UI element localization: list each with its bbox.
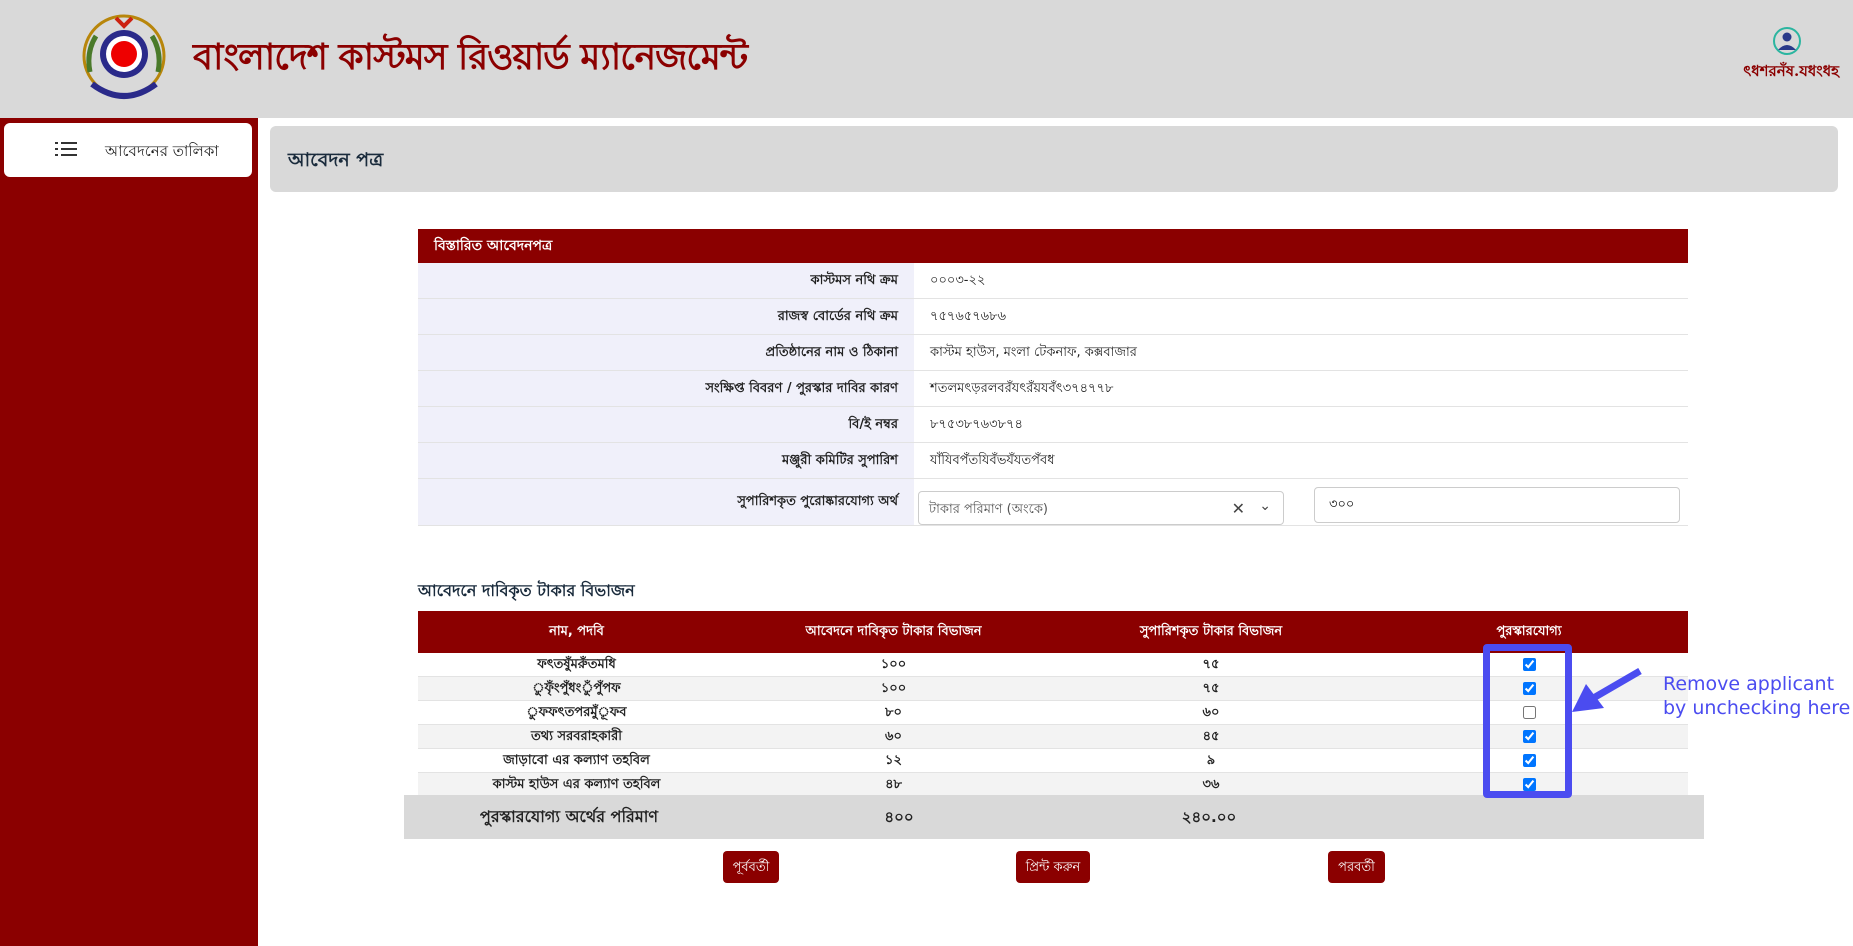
amount-type-select[interactable]: টাকার পরিমাণ (অংকে) ✕ ⌄ xyxy=(918,491,1284,525)
row-name: ুফফৎতপরমুঁূফব xyxy=(526,705,627,720)
user-name[interactable]: ৎধশরনঁষ.যধংধহ xyxy=(1743,60,1839,85)
chevron-down-icon[interactable]: ⌄ xyxy=(1259,498,1271,514)
row-claimed: ১২ xyxy=(885,753,902,768)
row-name: ফৎতষুঁমরুঁতমধি xyxy=(537,657,616,672)
previous-button[interactable]: পূর্ববর্তী xyxy=(723,851,779,883)
detail-row: রাজস্ব বোর্ডের নথি ক্রম ৭৫৭৬৫৭৬৮৬ xyxy=(418,299,1688,335)
row-recommended: ৩৬ xyxy=(1202,777,1220,792)
annotation-line: by unchecking here xyxy=(1663,697,1851,719)
row-recommended: ৯ xyxy=(1206,753,1216,768)
select-placeholder: টাকার পরিমাণ (অংকে) xyxy=(929,502,1048,517)
detail-row: বি/ই নম্বর ৮৭৫৩৮৭৬৩৮৭৪ xyxy=(418,407,1688,443)
column-header: আবেদনে দাবিকৃত টাকার বিভাজন xyxy=(805,624,982,639)
sidebar-item-application-list[interactable]: আবেদনের তালিকা xyxy=(4,123,252,177)
total-label: পুরস্কারযোগ্য অর্থের পরিমাণ xyxy=(479,807,659,826)
user-avatar-icon[interactable] xyxy=(1772,26,1802,56)
row-recommended: ৭৫ xyxy=(1202,681,1220,696)
list-icon xyxy=(55,142,77,156)
details-header: বিস্তারিত আবেদনপত্র xyxy=(418,229,1688,263)
row-claimed: ৬০ xyxy=(885,729,902,744)
detail-row: মঞ্জুরী কমিটির সুপারিশ যাঁযিবপঁতযিবঁভযঁয… xyxy=(418,443,1688,479)
detail-row: প্রতিষ্ঠানের নাম ও ঠিকানা কাস্টম হাউস, ম… xyxy=(418,335,1688,371)
sidebar-item-label: আবেদনের তালিকা xyxy=(105,142,219,160)
row-name: জাড়াবো এর কল্যাণ তহবিল xyxy=(503,753,650,768)
row-name: কাস্টম হাউস এর কল্যাণ তহবিল xyxy=(492,777,661,792)
detail-row: কাস্টমস নথি ক্রম ০০০৩-২২ xyxy=(418,263,1688,299)
total-claimed: ৪০০ xyxy=(884,808,914,826)
row-recommended: ৬০ xyxy=(1202,705,1220,720)
top-header: বাংলাদেশ কাস্টমস রিওয়ার্ড ম্যানেজমেন্ট … xyxy=(0,0,1853,118)
detail-label: রাজস্ব বোর্ডের নথি ক্রম xyxy=(418,299,914,334)
detail-row: সংক্ষিপ্ত বিবরণ / পুরস্কার দাবির কারণ শত… xyxy=(418,371,1688,407)
detail-value: শতলমৎড়রলবরঁযৎরঁয়যবঁৎ৩৭৪৭৭৮ xyxy=(914,371,1688,406)
page-title: আবেদন পত্র xyxy=(288,149,384,171)
column-header: নাম, পদবি xyxy=(549,624,604,639)
row-claimed: ৮০ xyxy=(885,705,902,720)
detail-value: ৭৫৭৬৫৭৬৮৬ xyxy=(914,299,1688,334)
app-title: বাংলাদেশ কাস্টমস রিওয়ার্ড ম্যানেজমেন্ট xyxy=(193,36,748,78)
row-recommended: ৪৫ xyxy=(1202,729,1220,744)
total-row: পুরস্কারযোগ্য অর্থের পরিমাণ ৪০০ ২৪০.০০ xyxy=(404,795,1704,839)
row-claimed: ১০০ xyxy=(880,657,907,672)
clear-icon[interactable]: ✕ xyxy=(1232,499,1245,518)
row-recommended: ৭৫ xyxy=(1202,657,1220,672)
annotation-arrow-icon xyxy=(1572,668,1642,712)
detail-value: ০০০৩-২২ xyxy=(914,263,1688,298)
split-section-title: আবেদনে দাবিকৃত টাকার বিভাজন xyxy=(418,581,635,600)
detail-label: প্রতিষ্ঠানের নাম ও ঠিকানা xyxy=(418,335,914,370)
detail-value: ৮৭৫৩৮৭৬৩৮৭৪ xyxy=(914,407,1688,442)
detail-label: বি/ই নম্বর xyxy=(418,407,914,442)
detail-label: সংক্ষিপ্ত বিবরণ / পুরস্কার দাবির কারণ xyxy=(418,371,914,406)
sidebar: আবেদনের তালিকা xyxy=(0,118,258,946)
print-button[interactable]: প্রিন্ট করুন xyxy=(1016,851,1090,883)
row-claimed: ১০০ xyxy=(880,681,907,696)
detail-value: যাঁযিবপঁতযিবঁভযঁযতপঁবধ xyxy=(914,443,1688,478)
annotation-text: Remove applicant by unchecking here xyxy=(1663,672,1850,720)
detail-label: মঞ্জুরী কমিটির সুপারিশ xyxy=(418,443,914,478)
details-panel: বিস্তারিত আবেদনপত্র কাস্টমস নথি ক্রম ০০০… xyxy=(418,229,1688,526)
column-header: সুপারিশকৃত টাকার বিভাজন xyxy=(1139,624,1283,639)
total-recommended: ২৪০.০০ xyxy=(1181,808,1237,826)
recommended-amount-input[interactable] xyxy=(1314,487,1680,523)
annotation-line: Remove applicant xyxy=(1663,673,1835,695)
detail-value: কাস্টম হাউস, মংলা টেকনাফ, কক্সবাজার xyxy=(914,335,1688,370)
recommended-amount-label: সুপারিশকৃত পুরোষ্কারযোগ্য অর্থ xyxy=(418,479,914,525)
row-name: তথ্য সরবরাহকারী xyxy=(531,729,622,744)
next-button[interactable]: পরবর্তী xyxy=(1328,851,1385,883)
annotation-highlight-box xyxy=(1483,644,1572,798)
page-header: আবেদন পত্র xyxy=(270,126,1838,192)
bangladesh-customs-logo-icon xyxy=(82,14,166,99)
row-name: ুফৃঁংপুঁধংুঁপুঁপফ xyxy=(532,681,621,696)
row-claimed: ৪৮ xyxy=(885,777,902,792)
detail-label: কাস্টমস নথি ক্রম xyxy=(418,263,914,298)
